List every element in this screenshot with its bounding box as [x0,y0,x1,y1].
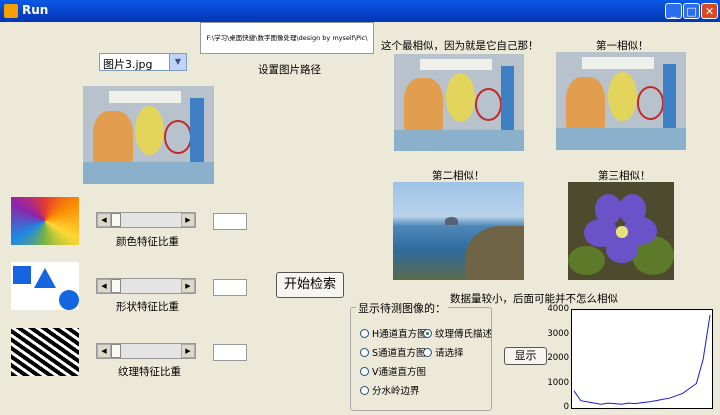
color-weight-input[interactable] [213,213,247,230]
chevron-down-icon[interactable]: ▼ [169,54,186,70]
shape-feature-icon [11,262,79,310]
radio-watershed[interactable]: 分水岭边界 [360,383,420,397]
shape-weight-input[interactable] [213,279,247,296]
start-search-button[interactable]: 开始检索 [276,272,344,298]
caption-third: 第三相似！ [598,170,651,182]
matlab-icon [4,4,18,18]
chevron-left-icon[interactable]: ◀ [97,344,111,358]
y-tick-label: 0 [563,402,569,412]
color-weight-label: 颜色特征比重 [116,236,179,248]
query-image [83,86,214,184]
color-weight-slider[interactable]: ◀ ▶ [96,212,196,228]
radio-s-histogram[interactable]: S通道直方图 [360,345,426,359]
y-tick-label: 4000 [547,304,569,314]
texture-weight-input[interactable] [213,344,247,361]
y-tick-label: 2000 [547,353,569,363]
shape-weight-slider[interactable]: ◀ ▶ [96,278,196,294]
chevron-left-icon[interactable]: ◀ [97,213,111,227]
chevron-right-icon[interactable]: ▶ [181,213,195,227]
y-tick-label: 3000 [547,328,569,339]
display-options-group: 显示待测图像的： H通道直方图 纹理傅氏描述 S通道直方图 请选择 V通道直方图… [350,300,492,411]
image-select[interactable]: 图片3.jpg ▼ [99,53,187,71]
radio-icon[interactable] [360,385,369,395]
radio-icon[interactable] [423,328,432,338]
close-button[interactable]: ✕ [701,3,718,19]
texture-weight-slider[interactable]: ◀ ▶ [96,343,196,359]
shape-weight-label: 形状特征比重 [116,301,179,313]
caption-first: 第一相似！ [596,40,649,52]
title-bar: Run _ □ ✕ [0,0,720,22]
result-second-image [393,182,524,280]
slider-thumb[interactable] [111,344,121,358]
slider-thumb[interactable] [111,279,121,293]
chevron-right-icon[interactable]: ▶ [181,279,195,293]
path-display[interactable]: F:\学习\桌面快捷\数字图像处理\design by myself\Pic\ [200,22,374,54]
radio-texture-fourier[interactable]: 纹理傅氏描述 [423,326,492,340]
caption-best: 这个最相似，因为就是它自己那！ [381,40,539,52]
radio-icon[interactable] [360,347,369,357]
series-line [573,314,711,405]
note-text: 数据量较小，后面可能并不怎么相似 [450,293,618,305]
result-third-image [568,182,674,280]
figure-client: F:\学习\桌面快捷\数字图像处理\design by myself\Pic\ … [4,22,716,412]
radio-icon[interactable] [360,328,369,338]
path-label: 设置图片路径 [258,64,321,76]
chart-axes: 0 1000 2000 3000 4000 [547,304,713,412]
texture-weight-label: 纹理特征比重 [118,366,181,378]
result-best-image [394,54,524,151]
radio-please-select[interactable]: 请选择 [423,345,464,359]
radio-icon[interactable] [423,347,432,357]
color-feature-icon [11,197,79,245]
radio-icon[interactable] [360,366,369,376]
group-title: 显示待测图像的： [356,300,448,316]
chevron-right-icon[interactable]: ▶ [181,344,195,358]
result-first-image [556,52,686,150]
chevron-left-icon[interactable]: ◀ [97,279,111,293]
slider-thumb[interactable] [111,213,121,227]
y-tick-label: 1000 [547,377,569,388]
radio-v-histogram[interactable]: V通道直方图 [360,364,426,378]
show-button[interactable]: 显示 [504,347,547,365]
radio-h-histogram[interactable]: H通道直方图 [360,326,427,340]
image-select-value: 图片3.jpg [103,58,153,71]
window-title: Run [22,3,49,17]
shape-icon [13,266,79,310]
chart-plot [573,314,711,405]
texture-feature-icon [11,328,79,376]
caption-second: 第二相似！ [432,170,485,182]
minimize-button[interactable]: _ [665,3,682,19]
maximize-button[interactable]: □ [683,3,700,19]
